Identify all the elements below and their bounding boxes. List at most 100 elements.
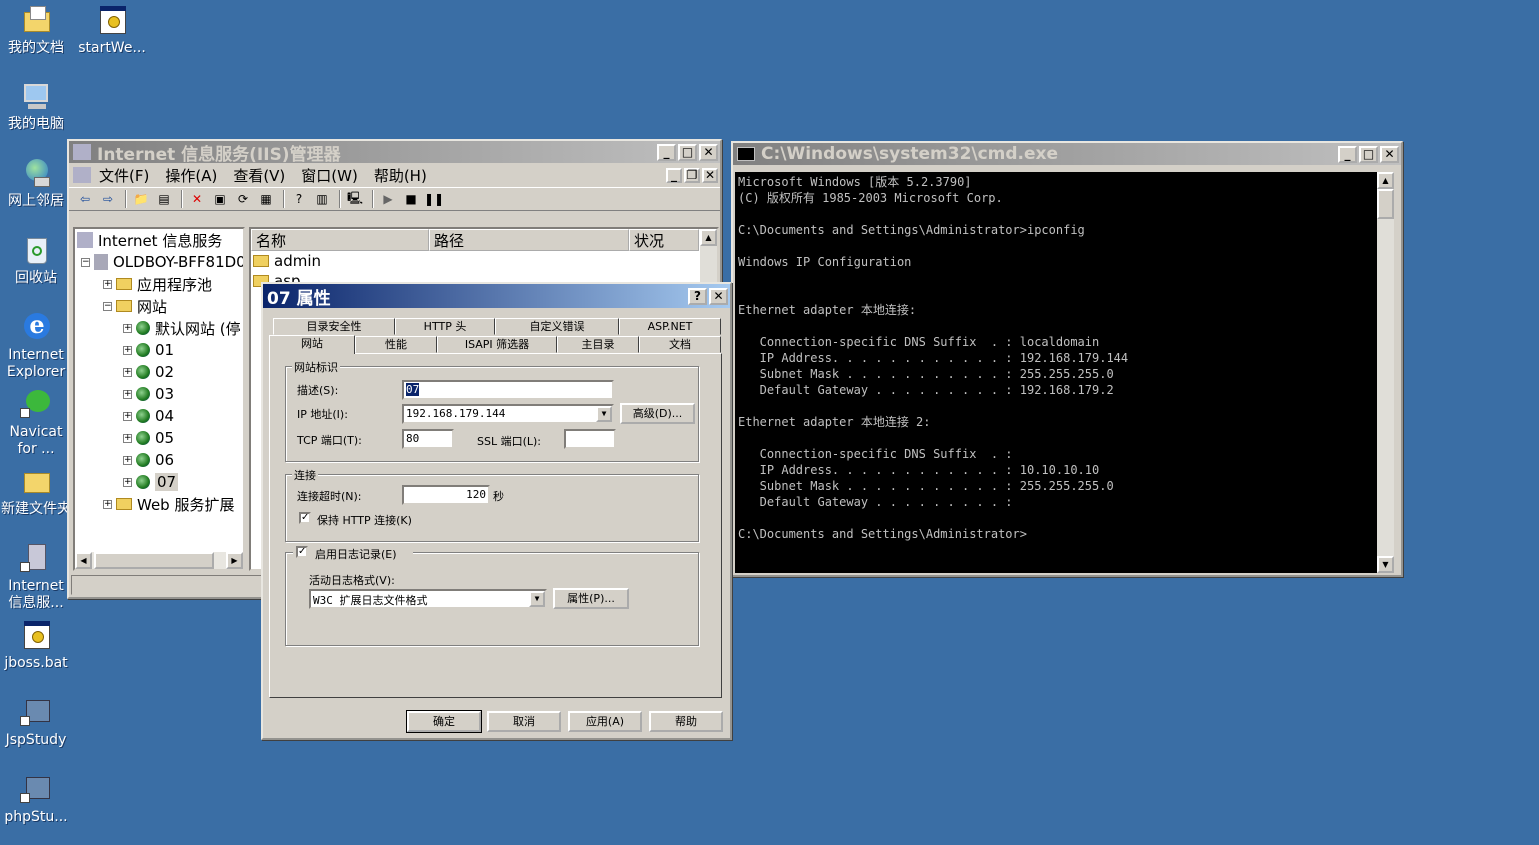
scroll-left-icon[interactable]: ◀ <box>75 552 92 569</box>
desktop-icon-jboss[interactable]: jboss.bat <box>0 619 72 672</box>
ok-button[interactable]: 确定 <box>406 710 482 733</box>
tab-documents[interactable]: 文档 <box>639 336 721 353</box>
forward-arrow-icon[interactable]: ⇨ <box>98 190 118 208</box>
desktop-icon-network[interactable]: 网上邻居 <box>0 157 72 210</box>
desktop-icon-phpstudy[interactable]: phpStu... <box>0 773 72 826</box>
collapse-icon[interactable]: − <box>81 257 90 267</box>
desktop-icon-startweblogic[interactable]: startWe... <box>76 4 148 57</box>
console-output[interactable]: Microsoft Windows [版本 5.2.3790] (C) 版权所有 … <box>735 172 1377 573</box>
scroll-down-icon[interactable]: ▼ <box>1377 556 1394 573</box>
expand-icon[interactable]: + <box>123 433 132 443</box>
desktop-icon-jspstudy[interactable]: JspStudy <box>0 696 72 749</box>
log-properties-button[interactable]: 属性(P)... <box>553 588 629 609</box>
log-format-select[interactable]: W3C 扩展日志文件格式 ▼ <box>309 589 547 609</box>
close-button[interactable]: ✕ <box>699 143 718 161</box>
cancel-button[interactable]: 取消 <box>487 711 561 732</box>
scroll-thumb[interactable] <box>1377 189 1394 219</box>
mdi-close-button[interactable]: ✕ <box>702 167 718 183</box>
tree-site-05[interactable]: + 05 <box>123 427 174 449</box>
up-folder-icon[interactable]: 📁 <box>131 190 151 208</box>
list-item[interactable]: admin <box>253 251 321 271</box>
tree-site-01[interactable]: + 01 <box>123 339 174 361</box>
tab-aspnet[interactable]: ASP.NET <box>619 318 721 335</box>
tree-site-07[interactable]: + 07 <box>123 471 179 493</box>
mdi-restore-button[interactable]: ❐ <box>684 167 700 183</box>
tree-default-site[interactable]: + 默认网站 (停 <box>123 317 241 339</box>
site-properties-dialog[interactable]: 07 属性 ? ✕ 目录安全性 HTTP 头 自定义错误 ASP.NET 网站 … <box>261 282 732 740</box>
tree-site-03[interactable]: + 03 <box>123 383 174 405</box>
play-icon[interactable]: ▶ <box>378 190 398 208</box>
expand-icon[interactable]: + <box>103 499 112 509</box>
maximize-button[interactable]: □ <box>678 143 697 161</box>
description-field[interactable]: 07 <box>402 380 614 400</box>
tree-server[interactable]: − OLDBOY-BFF81D0 <box>81 251 243 273</box>
minimize-button[interactable]: _ <box>1338 145 1357 163</box>
desktop-icon-recycle-bin[interactable]: 回收站 <box>0 234 72 287</box>
console-icon[interactable]: ▥ <box>312 190 332 208</box>
timeout-field[interactable]: 120 <box>402 485 490 505</box>
tab-website[interactable]: 网站 <box>269 335 355 354</box>
tree-site-04[interactable]: + 04 <box>123 405 174 427</box>
stop-icon[interactable]: ■ <box>401 190 421 208</box>
show-tree-icon[interactable]: ▤ <box>154 190 174 208</box>
tab-isapi-filters[interactable]: ISAPI 筛选器 <box>437 336 557 353</box>
expand-icon[interactable]: + <box>123 323 132 333</box>
tree-hscrollbar[interactable]: ◀ ▶ <box>75 552 243 569</box>
desktop-icon-ie[interactable]: e Internet Explorer <box>0 311 72 381</box>
refresh-icon[interactable]: ⟳ <box>233 190 253 208</box>
scroll-up-icon[interactable]: ▲ <box>700 229 717 246</box>
keepalive-checkbox[interactable]: ✓ <box>299 512 311 524</box>
chevron-down-icon[interactable]: ▼ <box>596 406 612 422</box>
column-header-path[interactable]: 路径 <box>429 229 629 251</box>
iis-titlebar[interactable]: Internet 信息服务(IIS)管理器 _ □ ✕ <box>69 141 720 165</box>
mdi-icon[interactable] <box>73 167 91 183</box>
tree-web-ext[interactable]: + Web 服务扩展 <box>103 493 234 515</box>
menu-help[interactable]: 帮助(H) <box>374 165 427 186</box>
expand-icon[interactable]: + <box>123 345 132 355</box>
maximize-button[interactable]: □ <box>1359 145 1378 163</box>
tab-home-directory[interactable]: 主目录 <box>557 336 639 353</box>
minimize-button[interactable]: _ <box>657 143 676 161</box>
close-button[interactable]: ✕ <box>709 287 728 305</box>
tab-performance[interactable]: 性能 <box>355 336 437 353</box>
properties-icon[interactable]: ▣ <box>210 190 230 208</box>
expand-icon[interactable]: + <box>123 411 132 421</box>
ssl-port-field[interactable] <box>564 429 616 449</box>
desktop-icon-my-computer[interactable]: 我的电脑 <box>0 80 72 133</box>
tab-directory-security[interactable]: 目录安全性 <box>273 318 395 335</box>
help-dialog-button[interactable]: 帮助 <box>649 711 723 732</box>
tree-root[interactable]: Internet 信息服务 <box>77 229 222 251</box>
expand-icon[interactable]: + <box>103 279 112 289</box>
desktop-icon-iis[interactable]: Internet 信息服... <box>0 542 72 612</box>
tab-http-headers[interactable]: HTTP 头 <box>395 318 495 335</box>
collapse-icon[interactable]: − <box>103 301 112 311</box>
expand-icon[interactable]: + <box>123 389 132 399</box>
scroll-thumb[interactable] <box>94 552 214 569</box>
help-icon[interactable]: ? <box>289 190 309 208</box>
expand-icon[interactable]: + <box>123 455 132 465</box>
export-list-icon[interactable]: ▦ <box>256 190 276 208</box>
menu-view[interactable]: 查看(V) <box>233 165 285 186</box>
menu-action[interactable]: 操作(A) <box>165 165 217 186</box>
tree-site-02[interactable]: + 02 <box>123 361 174 383</box>
scroll-up-icon[interactable]: ▲ <box>1377 172 1394 189</box>
pause-icon[interactable]: ❚❚ <box>424 190 444 208</box>
scroll-right-icon[interactable]: ▶ <box>226 552 243 569</box>
cmd-titlebar[interactable]: C:\Windows\system32\cmd.exe _ □ ✕ <box>733 143 1401 165</box>
tab-custom-errors[interactable]: 自定义错误 <box>495 318 619 335</box>
advanced-button[interactable]: 高级(D)... <box>620 403 695 424</box>
menu-window[interactable]: 窗口(W) <box>301 165 358 186</box>
tcp-port-field[interactable]: 80 <box>402 429 454 449</box>
delete-icon[interactable]: ✕ <box>187 190 207 208</box>
desktop-icon-navicat[interactable]: Navicat for ... <box>0 388 72 458</box>
cmd-window[interactable]: C:\Windows\system32\cmd.exe _ □ ✕ Micros… <box>731 141 1403 577</box>
close-button[interactable]: ✕ <box>1380 145 1399 163</box>
help-button[interactable]: ? <box>688 287 707 305</box>
tree-websites[interactable]: − 网站 <box>103 295 167 317</box>
tree-app-pools[interactable]: + 应用程序池 <box>103 273 212 295</box>
chevron-down-icon[interactable]: ▼ <box>529 591 545 607</box>
ip-address-select[interactable]: 192.168.179.144 ▼ <box>402 404 614 424</box>
column-header-name[interactable]: 名称 <box>251 229 429 251</box>
menu-file[interactable]: 文件(F) <box>99 165 149 186</box>
computer-icon[interactable]: 🖳 <box>345 190 365 208</box>
